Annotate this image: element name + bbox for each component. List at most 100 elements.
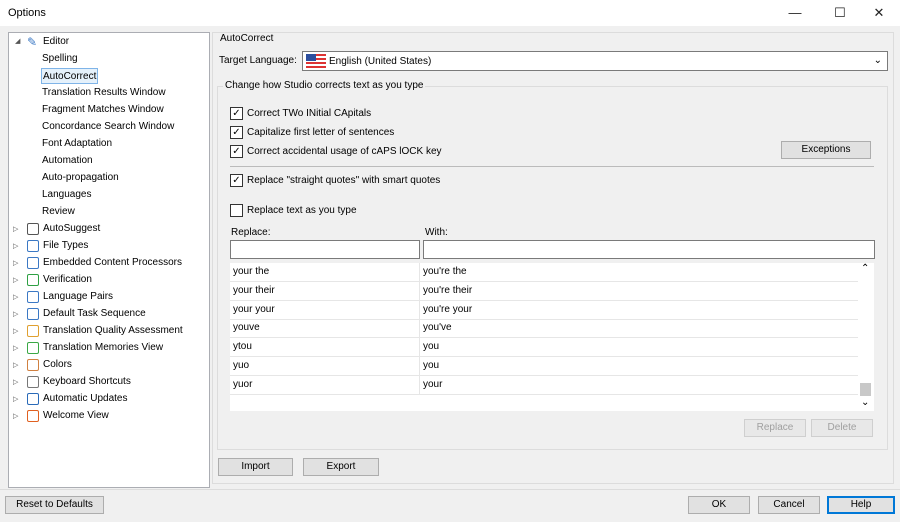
table-row[interactable]: yuor your	[230, 375, 858, 395]
option-checkbox[interactable]: ✓ Correct accidental usage of cAPS lOCK k…	[230, 145, 442, 159]
table-row[interactable]: youve you've	[230, 319, 858, 339]
option-label: Replace "straight quotes" with smart quo…	[247, 175, 441, 186]
with-cell: your	[423, 378, 443, 390]
tree-item-font-adaptation[interactable]: Font Adaptation	[42, 136, 112, 152]
scroll-up-icon[interactable]: ⌃	[861, 263, 869, 274]
tree-item-keyboard-shortcuts[interactable]: Keyboard Shortcuts	[43, 374, 131, 390]
section-title: AutoCorrect	[219, 33, 275, 44]
replace-cell: youve	[233, 322, 260, 334]
table-row[interactable]: your your you're your	[230, 300, 858, 320]
tree-item-translation-quality-assessment[interactable]: Translation Quality Assessment	[43, 323, 183, 339]
tree-item-review[interactable]: Review	[42, 204, 75, 220]
exceptions-button[interactable]: Exceptions	[781, 141, 871, 159]
checkbox-checked-icon[interactable]: ✓	[230, 174, 243, 187]
checkbox-checked-icon[interactable]: ✓	[230, 126, 243, 139]
target-language-select[interactable]: English (United States) ⌄	[302, 51, 888, 71]
expand-icon[interactable]: ▷	[13, 412, 18, 420]
column-divider	[419, 300, 420, 320]
collapse-icon[interactable]: ◢	[15, 37, 20, 45]
expand-icon[interactable]: ▷	[13, 276, 18, 284]
replace-button[interactable]: Replace	[744, 419, 806, 437]
option-label: Correct TWo INitial CApitals	[247, 108, 372, 119]
tree-item-fragment-matches-window[interactable]: Fragment Matches Window	[42, 102, 164, 118]
checkbox-checked-icon[interactable]: ✓	[230, 145, 243, 158]
option-checkbox[interactable]: ✓ Replace "straight quotes" with smart qu…	[230, 174, 440, 188]
maximize-button[interactable]: ☐	[823, 0, 857, 26]
with-input[interactable]	[423, 240, 875, 259]
scroll-thumb[interactable]	[860, 383, 871, 396]
tree-item-language-pairs[interactable]: Language Pairs	[43, 289, 113, 305]
tree-item-translation-memories-view[interactable]: Translation Memories View	[43, 340, 163, 356]
expand-icon[interactable]: ▷	[13, 310, 18, 318]
table-row[interactable]: yuo you	[230, 357, 858, 376]
expand-icon[interactable]: ▷	[13, 225, 18, 233]
tree-item-default-task-sequence[interactable]: Default Task Sequence	[43, 306, 146, 322]
import-button[interactable]: Import	[218, 458, 293, 476]
help-button[interactable]: Help	[827, 496, 895, 514]
target-language-value: English (United States)	[329, 56, 432, 67]
file-types-icon	[27, 240, 39, 252]
tree-item-concordance-search-window[interactable]: Concordance Search Window	[42, 119, 174, 135]
with-cell: you	[423, 360, 440, 371]
tree-item-editor[interactable]: Editor	[43, 34, 69, 50]
expand-icon[interactable]: ▷	[13, 344, 18, 352]
tree-item-autocorrect[interactable]: AutoCorrect	[41, 68, 99, 84]
tree-item-welcome-view[interactable]: Welcome View	[43, 408, 109, 424]
tree-item-languages[interactable]: Languages	[42, 187, 92, 203]
replace-input[interactable]	[230, 240, 420, 259]
tree-item-file-types[interactable]: File Types	[43, 238, 88, 254]
expand-icon[interactable]: ▷	[13, 259, 18, 267]
replace-cell: your their	[233, 284, 275, 296]
keyboard-icon	[27, 376, 39, 388]
minimize-button[interactable]: —	[778, 0, 812, 26]
expand-icon[interactable]: ▷	[13, 361, 18, 369]
replace-cell: yuor	[233, 378, 253, 390]
table-row[interactable]: your the you're the	[230, 263, 858, 282]
cancel-button[interactable]: Cancel	[758, 496, 820, 514]
tree-item-auto-propagation[interactable]: Auto-propagation	[42, 170, 119, 186]
tree-item-spelling[interactable]: Spelling	[42, 51, 78, 67]
expand-icon[interactable]: ▷	[13, 327, 18, 335]
column-divider	[419, 375, 420, 395]
tree-item-autosuggest[interactable]: AutoSuggest	[43, 221, 100, 237]
replace-label: Replace:	[231, 227, 271, 238]
expand-icon[interactable]: ▷	[13, 293, 18, 301]
tree-item-automation[interactable]: Automation	[42, 153, 93, 169]
tree-item-colors[interactable]: Colors	[43, 357, 72, 373]
column-divider	[419, 281, 420, 301]
ok-button[interactable]: OK	[688, 496, 750, 514]
option-checkbox[interactable]: ✓ Capitalize first letter of sentences	[230, 126, 394, 140]
tree-item-embedded-content-processors[interactable]: Embedded Content Processors	[43, 255, 182, 271]
expand-icon[interactable]: ▷	[13, 242, 18, 250]
close-button[interactable]: ✕	[862, 0, 896, 26]
table-row[interactable]: your their you're their	[230, 281, 858, 301]
tree-item-automatic-updates[interactable]: Automatic Updates	[43, 391, 128, 407]
option-label: Correct accidental usage of cAPS lOCK ke…	[247, 146, 442, 157]
tree-item-translation-results-window[interactable]: Translation Results Window	[42, 85, 166, 101]
scroll-down-icon[interactable]: ⌄	[861, 397, 869, 408]
expand-icon[interactable]: ▷	[13, 395, 18, 403]
with-cell: you've	[423, 322, 452, 334]
option-checkbox[interactable]: ✓ Correct TWo INitial CApitals	[230, 107, 371, 121]
expand-icon[interactable]: ▷	[13, 378, 18, 386]
group-title: Change how Studio corrects text as you t…	[223, 80, 426, 91]
verification-icon	[27, 274, 39, 286]
reset-defaults-button[interactable]: Reset to Defaults	[5, 496, 104, 514]
home-icon	[27, 410, 39, 422]
checkbox-unchecked-icon[interactable]	[230, 204, 243, 217]
language-pairs-icon	[27, 291, 39, 303]
autosuggest-icon	[27, 223, 39, 235]
checkbox-checked-icon[interactable]: ✓	[230, 107, 243, 120]
task-sequence-icon	[27, 308, 39, 320]
option-checkbox[interactable]: Replace text as you type	[230, 204, 357, 218]
updates-icon	[27, 393, 39, 405]
table-row[interactable]: ytou you	[230, 338, 858, 358]
export-button[interactable]: Export	[303, 458, 379, 476]
options-tree: ◢ ✎ Editor Spelling AutoCorrect Translatio…	[8, 32, 210, 488]
with-cell: you	[423, 341, 440, 353]
delete-button[interactable]: Delete	[811, 419, 873, 437]
scrollbar[interactable]: ⌃ ⌄	[858, 263, 874, 411]
replace-cell: your the	[233, 266, 270, 277]
replace-cell: ytou	[233, 341, 252, 353]
tree-item-verification[interactable]: Verification	[43, 272, 92, 288]
